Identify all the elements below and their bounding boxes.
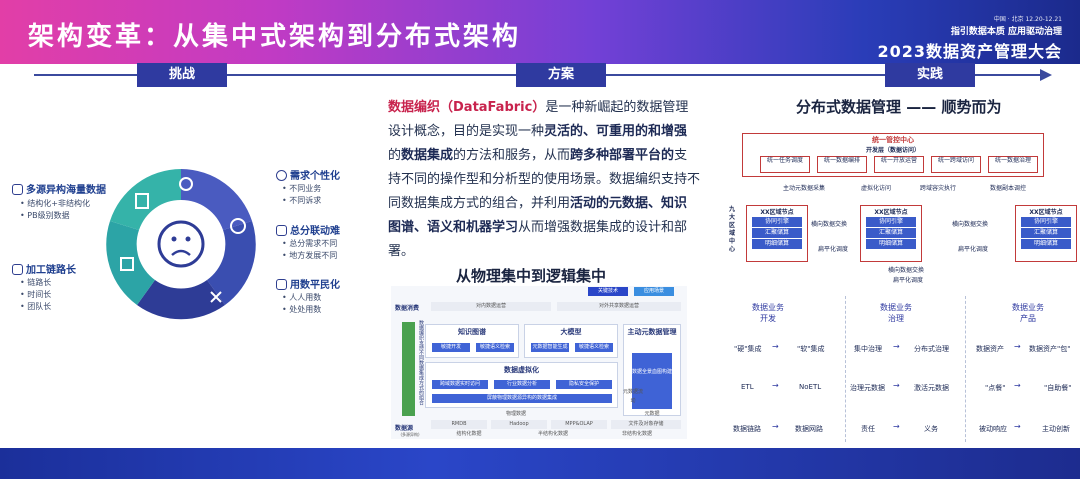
- practice-title: 分布式数据管理 —— 顺势而为: [796, 98, 1002, 116]
- region-node: XX区域节点 协同引擎 汇聚储算 明细储算: [1015, 205, 1077, 262]
- arrow-right-icon: →: [893, 342, 900, 351]
- arrow-right-icon: →: [893, 422, 900, 431]
- challenge-detail: • 链路长 • 时间长 • 团队长: [20, 278, 52, 311]
- page-title: 架构变革：从集中式架构到分布式架构: [28, 22, 522, 52]
- people-icon: [12, 184, 23, 195]
- title-banner: 架构变革：从集中式架构到分布式架构 中国 · 北京 12.20-12.21 指引…: [0, 0, 1080, 64]
- arrow-right-icon: →: [1014, 381, 1021, 390]
- section-subtitle: 从物理集中到逻辑集中: [456, 267, 607, 285]
- challenge-heading: 用数平民化: [276, 276, 340, 291]
- challenge-heading: 需求个性化: [276, 167, 340, 182]
- stage-challenge: 挑战: [137, 63, 227, 87]
- arrow-right-icon: →: [893, 381, 900, 390]
- arrow-right-icon: →: [1014, 342, 1021, 351]
- column-caption: 数据业务 开发: [752, 303, 784, 323]
- virtualization-box: 数据虚拟化 跨域数据实时访问 行业数据分析 隐私安全保护 屏蔽物理数据源异构的数…: [425, 362, 618, 408]
- kg-box: 知识图谱 敏捷开发 敏捷语义检索: [425, 324, 519, 358]
- datafabric-description: 数据编织（DataFabric）是一种新崛起的数据管理设计概念，目的是实现一种灵…: [388, 100, 701, 259]
- face-circle: [147, 210, 215, 278]
- challenge-detail: • 人人用数 • 处处用数: [282, 293, 322, 314]
- llm-box: 大模型 元数据智能生成 敏捷语义检索: [524, 324, 618, 358]
- challenge-heading: 总分联动难: [276, 222, 340, 237]
- clock-icon: [276, 170, 287, 181]
- stage-practice: 实践: [885, 63, 975, 87]
- conference-logo: 中国 · 北京 12.20-12.21 指引数据本质 应用驱动治理 2023数据…: [877, 16, 1062, 61]
- timeline-arrow-icon: [1040, 69, 1052, 81]
- arrow-right-icon: →: [772, 381, 779, 390]
- challenge-heading: 多源异构海量数据: [12, 181, 106, 196]
- challenge-detail: • 不同业务 • 不同诉求: [282, 184, 322, 205]
- checklist-icon: [276, 279, 287, 290]
- datafabric-diagram: 关键技术 应用场景 数据消费 对内数据运营 对外共享数据运营 数据编织支持不同数…: [391, 286, 687, 439]
- arrow-right-icon: →: [1014, 422, 1021, 431]
- stage-solution: 方案: [516, 63, 606, 87]
- chain-icon: [12, 264, 23, 275]
- challenge-detail: • 总分需求不同 • 地方发展不同: [282, 239, 338, 260]
- column-caption: 数据业务 产品: [1012, 303, 1044, 323]
- tools-icon: [276, 225, 287, 236]
- integration-arrow: [402, 322, 415, 416]
- region-label: 九大区域中心: [729, 206, 736, 253]
- challenge-detail: • 结构化+非结构化 • PB级别数据: [20, 199, 90, 220]
- region-node: XX区域节点 协同引擎 汇聚储算 明细储算: [860, 205, 922, 262]
- arrow-right-icon: →: [772, 342, 779, 351]
- challenge-heading: 加工链路长: [12, 261, 76, 276]
- arrow-right-icon: →: [772, 422, 779, 431]
- footer-band: [0, 448, 1080, 479]
- column-caption: 数据业务 治理: [880, 303, 912, 323]
- region-node: XX区域节点 协同引擎 汇聚储算 明细储算: [746, 205, 808, 262]
- challenge-cycle-diagram: [106, 169, 256, 320]
